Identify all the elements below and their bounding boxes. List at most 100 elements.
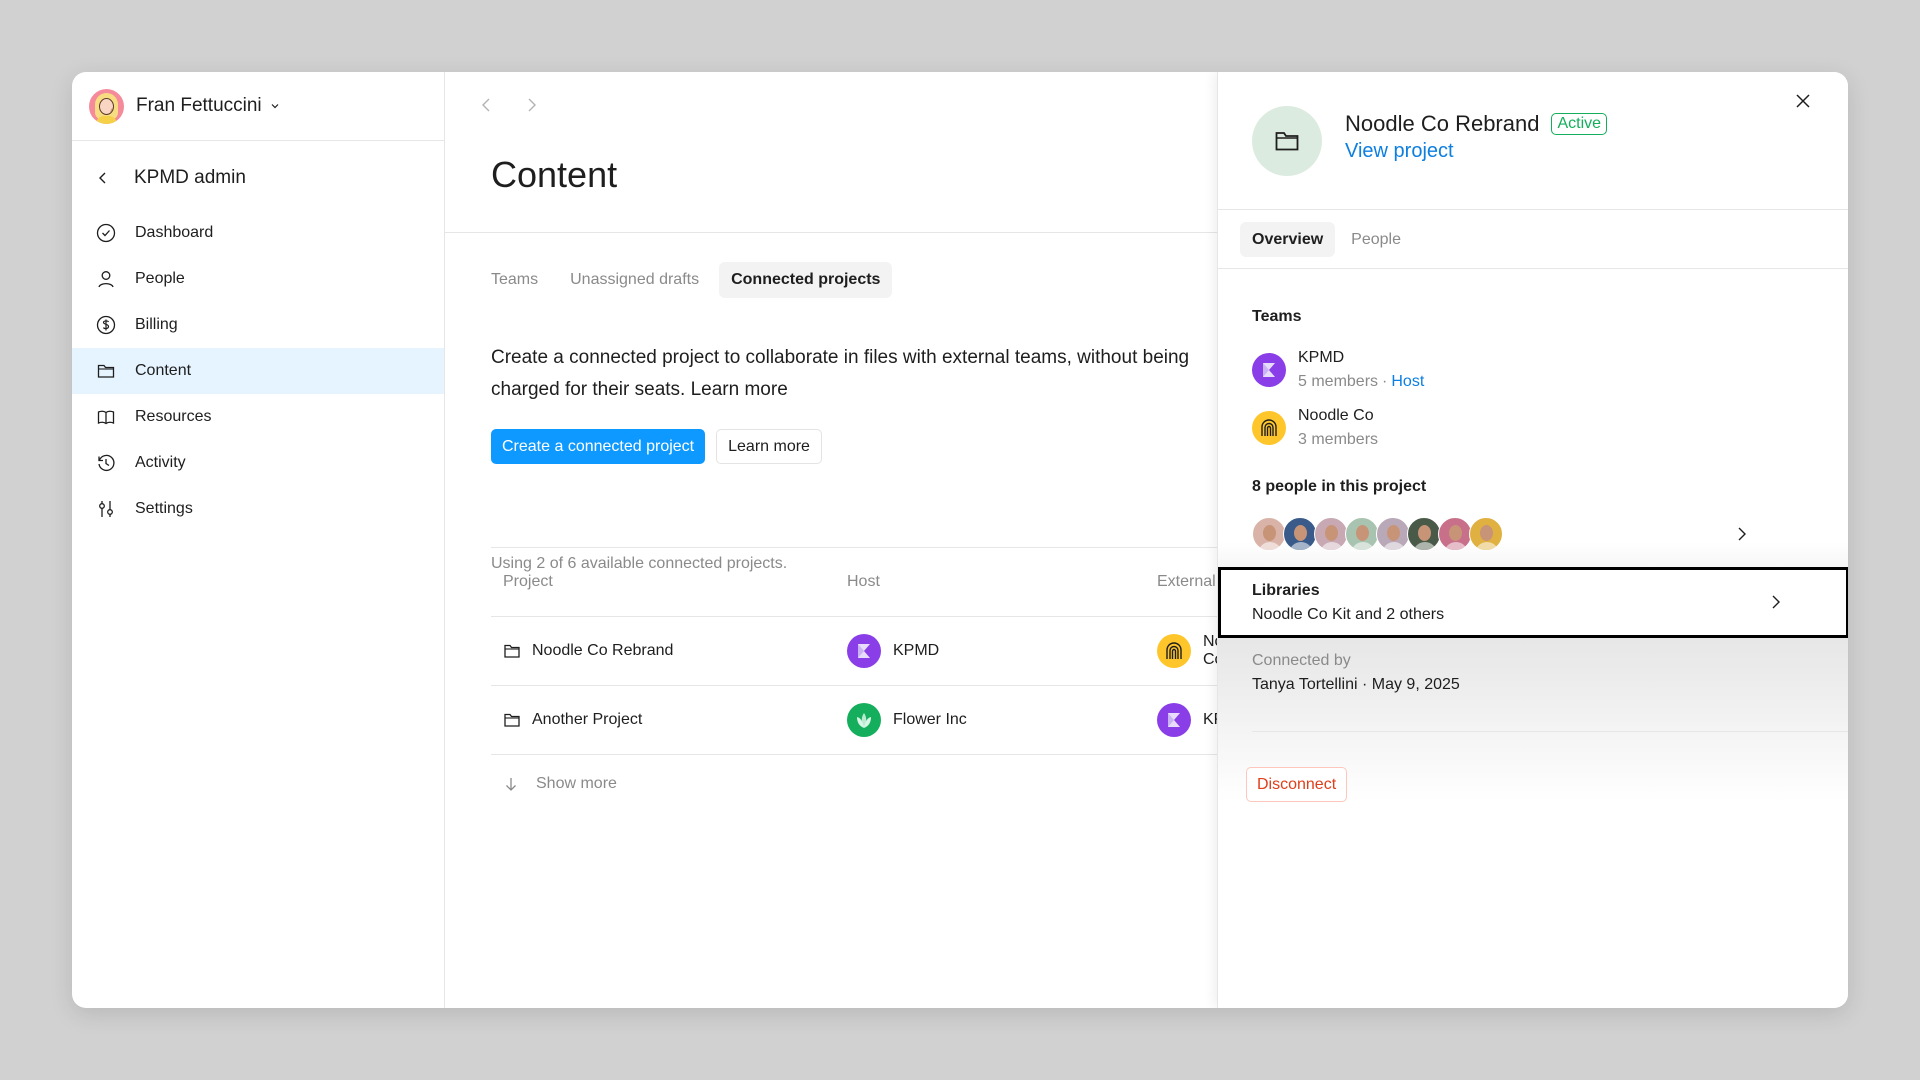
sliders-icon	[99, 501, 113, 517]
table-header: Project Host External	[491, 547, 1271, 616]
sidebar-item-label: Activity	[135, 454, 186, 471]
person-icon	[98, 271, 114, 288]
divider	[491, 754, 1271, 755]
host-name: Flower Inc	[893, 711, 967, 728]
sidebar-item-settings[interactable]: Settings	[72, 486, 444, 532]
app-window: Fran Fettuccini KPMD admin Dashboard Peo…	[72, 72, 1848, 1008]
column-header-external: External	[1157, 573, 1216, 590]
project-name: Noodle Co Rebrand	[532, 642, 674, 659]
team-name: Noodle Co	[1298, 407, 1374, 424]
learn-more-button[interactable]: Learn more	[716, 429, 822, 464]
column-header-host: Host	[847, 573, 880, 590]
check-circle-icon	[96, 223, 116, 243]
host-label[interactable]: Host	[1391, 373, 1424, 390]
sidebar-item-label: Settings	[135, 500, 193, 517]
avatar	[1283, 517, 1317, 551]
sidebar-item-billing[interactable]: Billing	[72, 302, 444, 348]
org-header: KPMD admin	[72, 162, 246, 194]
page-title: Content	[491, 154, 618, 195]
show-more-button[interactable]: Show more	[503, 775, 617, 793]
team-name: KPMD	[1298, 349, 1345, 366]
close-icon	[1796, 94, 1810, 108]
chevron-down-icon	[271, 104, 279, 109]
chevron-right-icon	[1738, 527, 1746, 541]
sidebar-item-label: Resources	[135, 408, 212, 425]
noodle-co-logo-icon	[1157, 634, 1191, 668]
team-members: 3 members	[1298, 431, 1379, 448]
team-item-kpmd: KPMD 5 members · Host	[1252, 346, 1424, 394]
view-project-link[interactable]: View project	[1345, 140, 1454, 163]
avatar-stack	[1252, 517, 1503, 551]
folder-icon	[97, 364, 115, 378]
connected-by-value: Tanya Tortellini · May 9, 2025	[1252, 676, 1460, 693]
noodle-co-logo-icon	[1252, 411, 1286, 445]
back-icon[interactable]	[96, 171, 110, 185]
flower-inc-logo-icon	[847, 703, 881, 737]
disconnect-button[interactable]: Disconnect	[1246, 767, 1348, 802]
description-text: Create a connected project to collaborat…	[491, 347, 1190, 400]
avatar	[1407, 517, 1441, 551]
table-row[interactable]: Noodle Co Rebrand KPMD Noodle Co	[491, 616, 1271, 685]
user-name: Fran Fettuccini	[136, 95, 262, 116]
avatar	[1252, 517, 1286, 551]
divider	[1252, 731, 1848, 732]
history-nav	[478, 96, 540, 114]
divider	[1218, 268, 1848, 269]
avatar	[1345, 517, 1379, 551]
divider	[1218, 209, 1848, 210]
sidebar-item-label: Dashboard	[135, 224, 214, 241]
avatar	[1314, 517, 1348, 551]
org-title: KPMD admin	[134, 167, 246, 188]
chevron-right-icon	[1772, 595, 1780, 609]
sidebar-item-content[interactable]: Content	[72, 348, 444, 394]
sidebar-item-label: Content	[135, 362, 192, 379]
history-icon	[98, 454, 115, 472]
table-row[interactable]: Another Project Flower Inc KPMD	[491, 685, 1271, 754]
folder-icon	[1275, 132, 1299, 151]
connected-by-label: Connected by	[1252, 652, 1351, 669]
people-heading: 8 people in this project	[1252, 478, 1427, 495]
libraries-title: Libraries	[1252, 582, 1320, 599]
tab-people[interactable]: People	[1339, 222, 1413, 257]
column-header-project: Project	[503, 573, 553, 590]
team-members: 5 members	[1298, 373, 1379, 390]
user-menu[interactable]: Fran Fettuccini	[72, 72, 444, 141]
libraries-value: Noodle Co Kit and 2 others	[1252, 606, 1445, 623]
sidebar-item-dashboard[interactable]: Dashboard	[72, 210, 444, 256]
back-arrow-icon[interactable]	[478, 96, 496, 114]
tab-overview[interactable]: Overview	[1240, 222, 1336, 257]
project-detail-panel: Noodle Co Rebrand Active View project Ov…	[1217, 72, 1848, 1008]
book-icon	[97, 410, 115, 425]
sidebar-item-label: People	[135, 270, 185, 287]
tab-teams[interactable]: Teams	[491, 262, 550, 298]
arrow-down-icon	[506, 778, 516, 791]
panel-title: Noodle Co Rebrand	[1345, 111, 1540, 136]
avatar	[1376, 517, 1410, 551]
sidebar-item-activity[interactable]: Activity	[72, 440, 444, 486]
avatar	[1438, 517, 1472, 551]
close-panel-button[interactable]	[1790, 88, 1816, 114]
sidebar: Fran Fettuccini KPMD admin Dashboard Peo…	[72, 72, 445, 1008]
create-connected-project-button[interactable]: Create a connected project	[491, 429, 706, 464]
sidebar-item-people[interactable]: People	[72, 256, 444, 302]
tab-connected-projects[interactable]: Connected projects	[719, 262, 893, 298]
panel-tabs: Overview People	[1240, 222, 1413, 257]
kpmd-logo-icon	[1252, 353, 1286, 387]
kpmd-logo-icon	[1157, 703, 1191, 737]
dollar-circle-icon	[96, 315, 116, 335]
libraries-row[interactable]: Libraries Noodle Co Kit and 2 others	[1218, 567, 1848, 638]
user-avatar	[89, 88, 124, 124]
forward-arrow-icon[interactable]	[522, 96, 540, 114]
people-row[interactable]	[1252, 514, 1812, 554]
host-name: KPMD	[893, 642, 940, 659]
project-avatar	[1252, 106, 1322, 176]
status-badge: Active	[1551, 113, 1608, 135]
kpmd-logo-icon	[847, 634, 881, 668]
folder-icon	[504, 713, 520, 727]
sidebar-item-resources[interactable]: Resources	[72, 394, 444, 440]
team-item-noodle-co: Noodle Co 3 members	[1252, 404, 1378, 452]
folder-icon	[504, 644, 520, 658]
teams-heading: Teams	[1252, 308, 1302, 325]
avatar	[1469, 517, 1503, 551]
tab-unassigned-drafts[interactable]: Unassigned drafts	[558, 262, 711, 298]
